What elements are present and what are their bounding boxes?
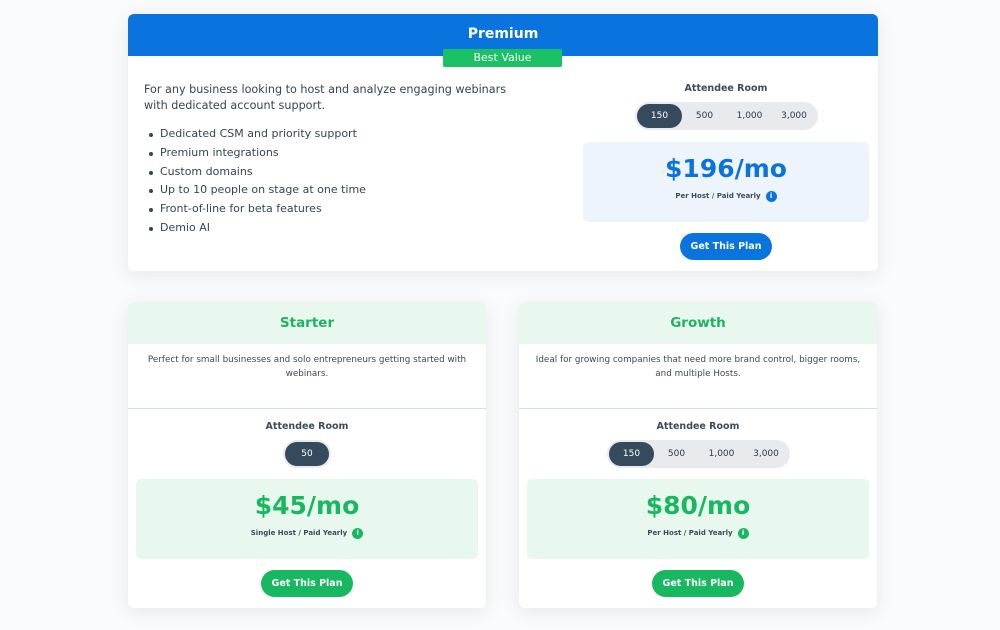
starter-price-box: $45/mo Single Host / Paid Yearly i	[136, 479, 478, 559]
room-option-150[interactable]: 150	[637, 104, 682, 128]
growth-price-note: Per Host / Paid Yearly i	[647, 527, 749, 539]
info-icon[interactable]: i	[352, 527, 364, 539]
premium-price-note: Per Host / Paid Yearly i	[675, 190, 777, 202]
room-option-500[interactable]: 500	[682, 104, 727, 128]
feature-item: Demio AI	[144, 219, 524, 238]
room-option-3000[interactable]: 3,000	[744, 442, 788, 466]
attendee-room-selector: 50	[283, 440, 331, 468]
growth-price: $80/mo	[645, 491, 751, 520]
starter-price: $45/mo	[254, 491, 360, 520]
price-note-text: Per Host / Paid Yearly	[647, 529, 733, 537]
best-value-badge: Best Value	[443, 49, 562, 67]
feature-item: Dedicated CSM and priority support	[144, 125, 524, 144]
growth-plan-title: Growth	[519, 302, 877, 344]
premium-feature-list: Dedicated CSM and priority support Premi…	[144, 125, 524, 238]
premium-get-plan-button[interactable]: Get This Plan	[680, 233, 772, 260]
feature-item: Premium integrations	[144, 144, 524, 163]
starter-plan-card: Starter Perfect for small businesses and…	[128, 302, 486, 608]
starter-price-note: Single Host / Paid Yearly i	[250, 527, 364, 539]
room-option-150[interactable]: 150	[609, 442, 654, 466]
premium-plan-description: For any business looking to host and ana…	[144, 83, 507, 112]
premium-plan-card: Premium Best Value For any business look…	[128, 14, 878, 271]
divider	[128, 408, 486, 409]
starter-plan-description: Perfect for small businesses and solo en…	[147, 355, 467, 379]
room-option-1000[interactable]: 1,000	[727, 104, 772, 128]
attendee-room-selector: 150 500 1,000 3,000	[635, 102, 818, 130]
attendee-room-label: Attendee Room	[684, 83, 768, 94]
feature-item: Custom domains	[144, 163, 524, 182]
attendee-room-label: Attendee Room	[265, 421, 349, 432]
info-icon[interactable]: i	[765, 190, 777, 202]
attendee-room-label: Attendee Room	[656, 421, 740, 432]
info-icon[interactable]: i	[737, 527, 749, 539]
room-option-500[interactable]: 500	[654, 442, 699, 466]
starter-get-plan-button[interactable]: Get This Plan	[261, 570, 353, 597]
room-option-3000[interactable]: 3,000	[772, 104, 816, 128]
starter-plan-title: Starter	[128, 302, 486, 344]
attendee-room-selector: 150 500 1,000 3,000	[607, 440, 790, 468]
divider	[519, 408, 877, 409]
feature-item: Front-of-line for beta features	[144, 200, 524, 219]
growth-plan-card: Growth Ideal for growing companies that …	[519, 302, 877, 608]
growth-get-plan-button[interactable]: Get This Plan	[652, 570, 744, 597]
growth-price-box: $80/mo Per Host / Paid Yearly i	[527, 479, 869, 559]
feature-item: Up to 10 people on stage at one time	[144, 181, 524, 200]
premium-price-box: $196/mo Per Host / Paid Yearly i	[583, 142, 869, 222]
room-option-1000[interactable]: 1,000	[699, 442, 744, 466]
price-note-text: Single Host / Paid Yearly	[250, 529, 348, 537]
premium-price: $196/mo	[665, 154, 787, 183]
room-option-50[interactable]: 50	[285, 442, 329, 466]
price-note-text: Per Host / Paid Yearly	[675, 192, 761, 200]
growth-plan-description: Ideal for growing companies that need mo…	[535, 355, 861, 379]
